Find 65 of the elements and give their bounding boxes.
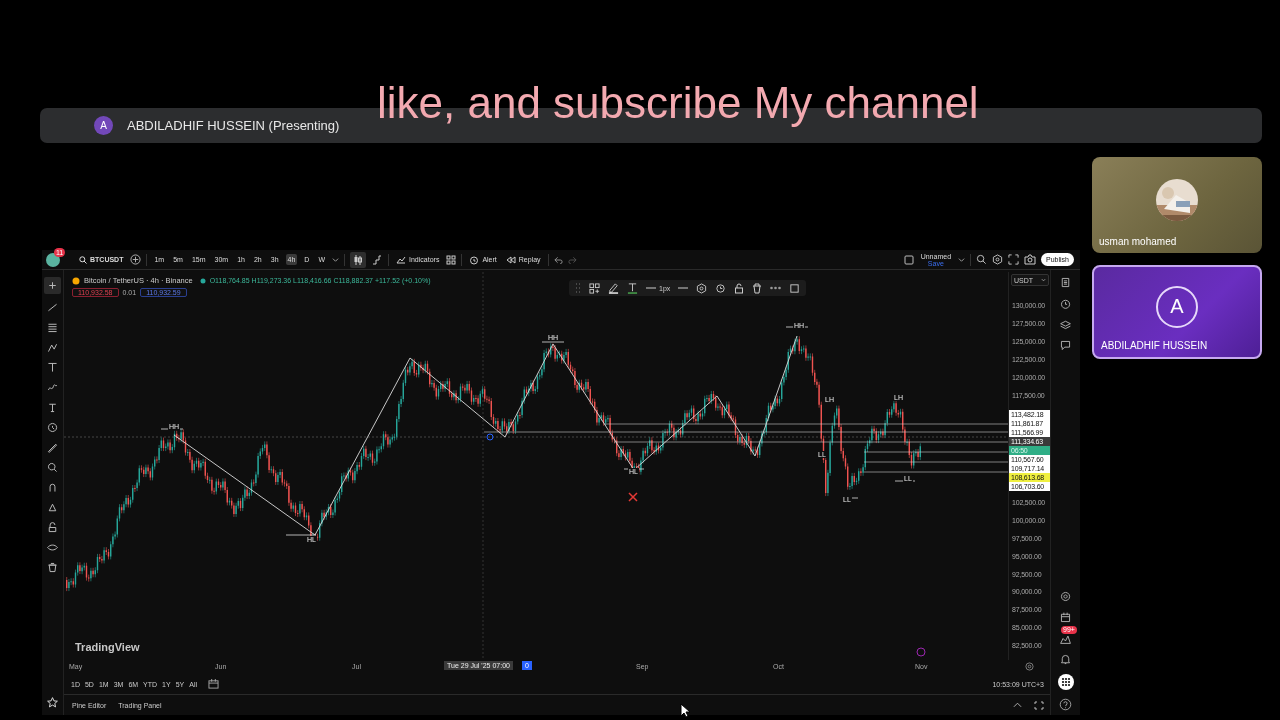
candles-icon[interactable] — [350, 251, 367, 268]
pattern-icon[interactable] — [46, 341, 59, 354]
participant-name: usman mohamed — [1098, 236, 1178, 249]
alarm-clock-icon[interactable] — [1059, 297, 1072, 310]
star-icon[interactable] — [46, 696, 59, 709]
list-icon[interactable] — [1059, 276, 1072, 289]
status-dot-icon — [199, 277, 206, 284]
add-icon[interactable] — [130, 254, 142, 265]
rewind-icon — [505, 255, 516, 264]
coin-icon — [72, 276, 80, 285]
drag-handle-icon[interactable] — [575, 283, 581, 293]
search-icon[interactable] — [976, 254, 988, 265]
crosshair-icon[interactable] — [44, 277, 61, 294]
trash-icon[interactable] — [752, 282, 763, 294]
settings-icon[interactable] — [696, 282, 708, 294]
caption-text: like, and subscribe My channel — [377, 78, 979, 128]
layout-icon[interactable] — [903, 254, 914, 265]
undo-icon[interactable] — [553, 255, 563, 264]
bounding-box-icon[interactable] — [789, 282, 801, 294]
chat-icon[interactable] — [1059, 339, 1072, 352]
layers-icon[interactable] — [1059, 318, 1072, 331]
participant-avatar: A — [1156, 285, 1198, 328]
calendar-icon[interactable] — [208, 679, 219, 689]
camera-icon[interactable] — [1024, 254, 1037, 265]
help-icon[interactable] — [1059, 698, 1072, 711]
presenter-name: ABDILADHIF HUSSEIN (Presenting) — [127, 118, 340, 133]
caret-icon[interactable] — [958, 256, 966, 263]
calendar-icon[interactable] — [1059, 611, 1072, 624]
line-icon — [646, 287, 656, 289]
templates-icon[interactable] — [446, 254, 457, 265]
target-icon[interactable] — [1059, 590, 1072, 603]
templates-icon[interactable] — [589, 282, 600, 294]
line-style-icon[interactable] — [678, 286, 689, 290]
tradingview-logo: TradingView — [75, 641, 140, 653]
line-chart-icon[interactable] — [371, 253, 384, 266]
chevron-up-icon[interactable] — [1013, 702, 1022, 708]
clock-icon[interactable] — [46, 421, 59, 434]
alarm-clock-icon — [469, 254, 480, 265]
pencil-icon[interactable] — [608, 282, 619, 294]
alarm-clock-icon[interactable] — [715, 282, 727, 294]
caret-icon[interactable] — [332, 256, 340, 263]
settings-icon[interactable] — [1025, 662, 1034, 671]
participant-name: ABDILADHIF HUSSEIN — [1100, 340, 1209, 353]
magnet-icon[interactable] — [46, 481, 59, 494]
search-icon — [79, 255, 87, 264]
fullscreen-icon[interactable] — [1008, 254, 1020, 265]
apps-icon[interactable] — [1057, 674, 1074, 690]
text-color-icon[interactable] — [627, 282, 638, 294]
zoom-icon[interactable] — [46, 461, 59, 474]
more-icon[interactable] — [770, 286, 782, 290]
trash-icon[interactable] — [46, 561, 59, 574]
text-icon[interactable] — [46, 401, 59, 414]
bell-icon[interactable] — [1059, 653, 1072, 666]
lines-icon[interactable] — [46, 321, 59, 334]
pencil-icon[interactable] — [46, 441, 59, 454]
triangle-icon[interactable] — [46, 501, 59, 514]
presenter-avatar: A — [94, 116, 113, 135]
caret-icon — [1041, 278, 1046, 282]
settings-icon[interactable] — [992, 254, 1004, 265]
lock-icon[interactable] — [734, 282, 745, 294]
eye-icon[interactable] — [46, 541, 59, 554]
trend-line-icon[interactable] — [46, 301, 59, 314]
lock-icon[interactable] — [46, 521, 59, 534]
chart-icon — [396, 255, 407, 264]
maximize-icon[interactable] — [1034, 700, 1044, 710]
